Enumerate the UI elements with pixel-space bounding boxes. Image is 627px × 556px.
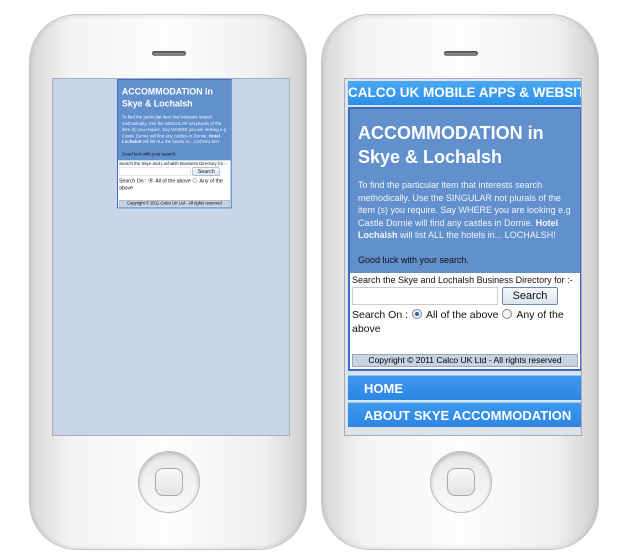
home-hardware-button[interactable] <box>138 451 200 513</box>
main-content-zoomed-out: ACCOMMODATION in Skye & Lochalsh To find… <box>117 79 232 209</box>
speaker <box>444 51 478 56</box>
main-content: ACCOMMODATION in Skye & Lochalsh To find… <box>348 107 581 371</box>
search-input[interactable] <box>118 167 191 177</box>
intro-text: To find the particular item that interes… <box>358 180 571 240</box>
phone-left: ACCOMMODATION in Skye & Lochalsh To find… <box>29 14 307 550</box>
search-label: Search the Skye and Lochalsh Business Di… <box>352 275 573 285</box>
phone-screen: ACCOMMODATION in Skye & Lochalsh To find… <box>52 78 290 436</box>
search-button[interactable]: Search <box>502 287 558 305</box>
phone-right: CALCO UK MOBILE APPS & WEBSITES ACCOMMOD… <box>321 14 599 550</box>
nav-home[interactable]: HOME <box>348 375 581 400</box>
site-header[interactable]: CALCO UK MOBILE APPS & WEBSITES <box>348 81 581 105</box>
intro-text: To find the particular item that interes… <box>121 114 227 145</box>
nav-about[interactable]: ABOUT SKYE ACCOMMODATION <box>348 402 581 427</box>
page-title: ACCOMMODATION in Skye & Lochalsh <box>358 123 544 167</box>
luck-text: Good luck with your search. <box>121 151 177 157</box>
radio-all[interactable] <box>148 177 154 183</box>
search-input[interactable] <box>352 287 498 305</box>
radio-any[interactable] <box>502 309 513 319</box>
search-label: Search the Skye and Lochalsh Business Di… <box>118 161 228 167</box>
copyright: Copyright © 2011 Calco UK Ltd - All righ… <box>118 200 230 207</box>
page-title: ACCOMMODATION in Skye & Lochalsh <box>121 86 213 109</box>
phone-screen: CALCO UK MOBILE APPS & WEBSITES ACCOMMOD… <box>344 78 582 436</box>
radio-any[interactable] <box>192 177 198 183</box>
copyright: Copyright © 2011 Calco UK Ltd - All righ… <box>352 354 578 367</box>
speaker <box>152 51 186 56</box>
luck-text: Good luck with your search. <box>358 254 470 265</box>
search-button[interactable]: Search <box>192 167 220 177</box>
home-hardware-button[interactable] <box>430 451 492 513</box>
radio-all[interactable] <box>412 309 423 319</box>
